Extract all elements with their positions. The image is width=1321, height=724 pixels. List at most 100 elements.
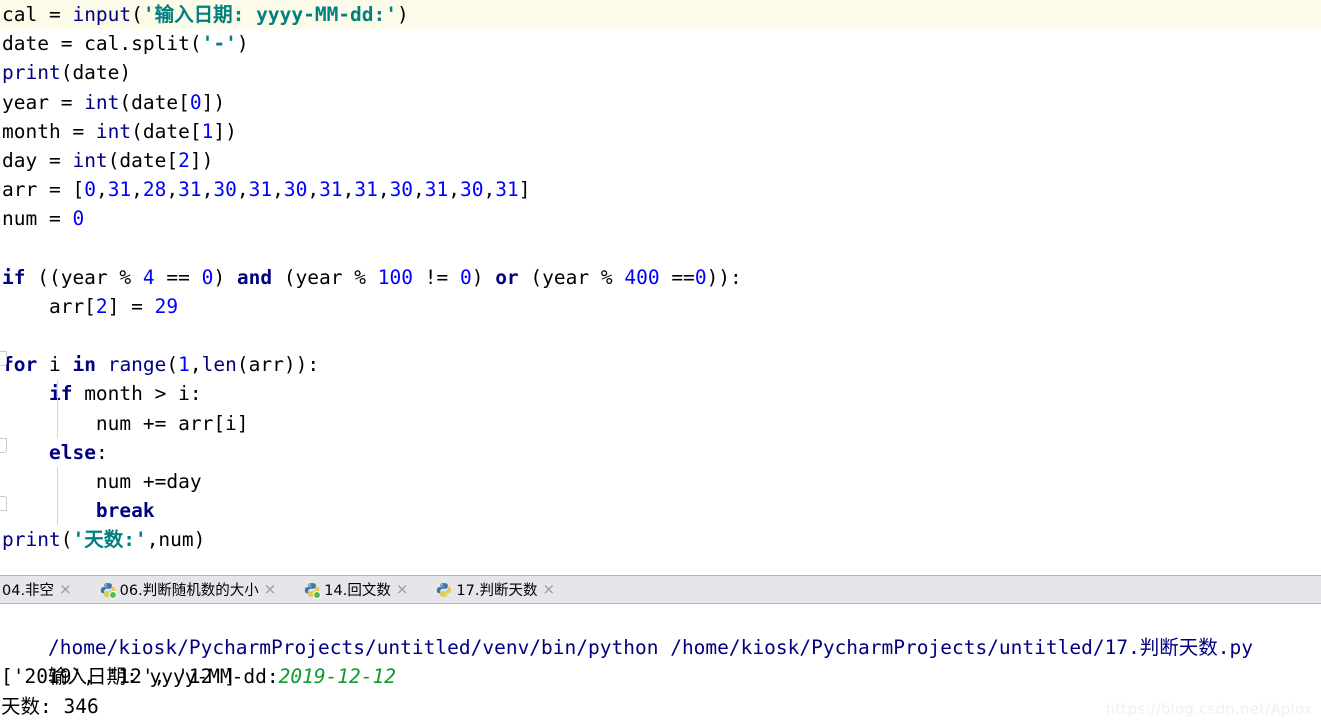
code-line[interactable]: arr[2] = 29 [0, 292, 1321, 321]
code-line[interactable]: year = int(date[0]) [0, 88, 1321, 117]
python-script-path: /home/kiosk/PycharmProjects/untitled/17.… [670, 636, 1254, 660]
code-token: == [659, 265, 695, 289]
fold-arrow-for-loop[interactable] [0, 351, 7, 366]
code-token: 100 [377, 265, 413, 289]
code-token: (year % [518, 265, 625, 289]
close-icon[interactable]: × [396, 582, 409, 597]
code-line[interactable]: if ((year % 4 == 0) and (year % 100 != 0… [0, 263, 1321, 292]
code-token: , [189, 353, 202, 377]
code-line[interactable] [0, 321, 1321, 350]
code-line-list: cal = input('输入日期: yyyy-MM-dd:') date = c… [0, 0, 1321, 550]
code-token: else [48, 440, 96, 464]
code-token: range [107, 353, 167, 377]
modified-indicator-dot [108, 590, 117, 599]
editor-tab-strip[interactable]: 04.非空 × 06.判断随机数的大小 × 14.回文数 × 17.判断天数 × [0, 575, 1321, 604]
code-token: 31 [248, 178, 273, 202]
code-token: 4 [142, 265, 155, 289]
code-token: year = [2, 90, 85, 114]
code-token: (date) [60, 61, 132, 85]
code-line[interactable]: if month > i: [0, 379, 1321, 408]
run-console-output[interactable]: /home/kiosk/PycharmProjects/untitled/ven… [0, 604, 1321, 724]
editor-tab-label: 06.判断随机数的大小 [119, 583, 259, 599]
editor-tab[interactable]: 14.回文数 × [296, 576, 414, 603]
python-file-icon [436, 582, 452, 598]
editor-tab[interactable]: 17.判断天数 × [428, 576, 562, 603]
code-token: ] [518, 178, 531, 202]
console-output-line-1: ['2019', '12', '12'] [1, 665, 236, 689]
code-token: , [201, 178, 214, 202]
fold-arrow-else-block[interactable] [0, 438, 7, 453]
code-token: 31 [354, 178, 378, 202]
code-token: (arr)): [236, 353, 320, 377]
modified-indicator-dot [313, 590, 322, 599]
indent-guide-if [57, 380, 58, 438]
code-token: ( [166, 353, 179, 377]
code-token: , [448, 178, 461, 202]
code-token: 31 [178, 178, 202, 202]
code-token: i [37, 353, 73, 377]
code-token: num += arr[i] [2, 411, 249, 435]
close-icon[interactable]: × [264, 582, 277, 597]
code-token: 2 [95, 294, 108, 318]
code-token: , [307, 178, 320, 202]
code-line[interactable]: arr = [0,31,28,31,30,31,30,31,31,30,31,3… [0, 175, 1321, 204]
code-token: arr[ [2, 294, 96, 318]
code-token: if [2, 265, 26, 289]
code-token: 0 [189, 90, 202, 114]
code-line[interactable]: print('天数:',num) [0, 525, 1321, 550]
code-line[interactable]: num = 0 [0, 204, 1321, 233]
code-token: , [413, 178, 425, 202]
code-line[interactable]: cal = input('输入日期: yyyy-MM-dd:') [0, 0, 1321, 30]
code-token: break [95, 499, 155, 523]
code-token: (date[ [107, 148, 179, 172]
code-token: month > i: [72, 382, 202, 406]
code-line[interactable]: date = cal.split('-') [0, 29, 1321, 58]
code-token: : [95, 440, 108, 464]
code-token: 31 [424, 178, 449, 202]
code-token: (year % [272, 265, 378, 289]
code-token: day = [2, 148, 73, 172]
code-line[interactable]: num +=day [0, 467, 1321, 496]
code-token: '-' [201, 32, 237, 56]
code-editor[interactable]: cal = input('输入日期: yyyy-MM-dd:') date = c… [0, 0, 1321, 550]
code-line[interactable]: else: [0, 438, 1321, 467]
code-token: 30 [460, 178, 484, 202]
code-token: for [2, 353, 38, 377]
editor-tab-label: 17.判断天数 [456, 583, 538, 599]
close-icon[interactable]: × [542, 582, 555, 597]
code-token: 30 [283, 178, 308, 202]
code-token: int [84, 90, 120, 114]
editor-tab-label: 04.非空 [2, 583, 55, 599]
code-token: print [2, 528, 61, 550]
code-token: , [166, 178, 179, 202]
code-line[interactable] [0, 234, 1321, 263]
code-token: 29 [154, 294, 179, 318]
editor-tab-label: 14.回文数 [324, 583, 391, 599]
code-token: ) [397, 3, 409, 26]
code-token: 30 [213, 178, 237, 202]
code-token: print [2, 61, 61, 85]
code-token: , [131, 178, 143, 202]
code-token: or [495, 265, 519, 289]
code-line[interactable]: print(date) [0, 58, 1321, 87]
code-token: == [154, 265, 202, 289]
code-token: '天数:' [72, 528, 147, 550]
code-token: , [342, 178, 355, 202]
code-token: ) [471, 265, 496, 289]
code-token: if [48, 382, 73, 406]
code-token: , [272, 178, 284, 202]
editor-tab[interactable]: 06.判断随机数的大小 × [92, 576, 283, 603]
editor-tab[interactable]: 04.非空 × [0, 576, 78, 603]
fold-end-marker[interactable] [0, 496, 7, 511]
python-interpreter-path: /home/kiosk/PycharmProjects/untitled/ven… [47, 636, 659, 660]
code-token: num +=day [2, 470, 202, 493]
code-line[interactable]: num += arr[i] [0, 409, 1321, 438]
code-line[interactable]: day = int(date[2]) [0, 146, 1321, 175]
close-icon[interactable]: × [59, 582, 72, 597]
code-token: ]) [213, 119, 237, 143]
code-line[interactable]: break [0, 496, 1321, 525]
code-line[interactable]: month = int(date[1]) [0, 117, 1321, 146]
code-token: month = [2, 119, 96, 143]
code-line[interactable]: for i in range(1,len(arr)): [0, 350, 1321, 379]
